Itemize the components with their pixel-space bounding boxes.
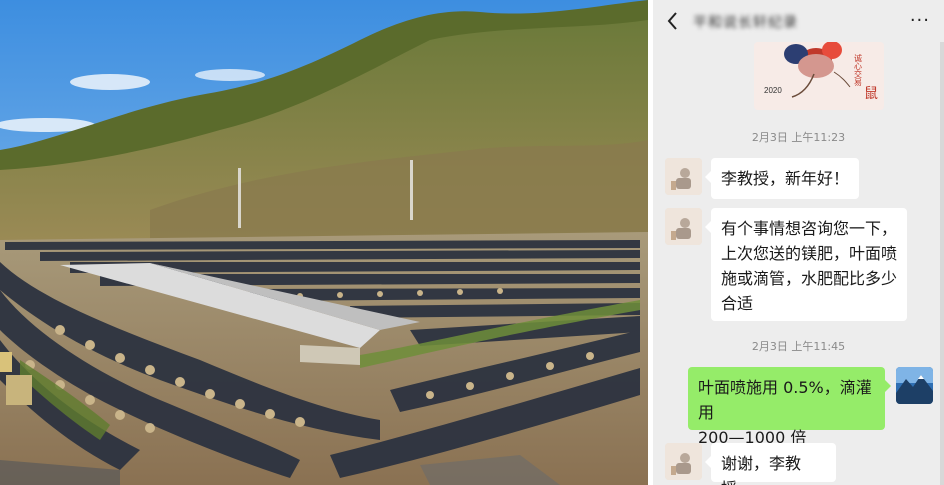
sticker-year: 2020 <box>764 86 782 95</box>
contact-avatar-icon <box>665 443 702 480</box>
timestamp: 2月3日 上午11:23 <box>751 131 846 144</box>
message-line: 上次您送的镁肥，叶面喷 <box>721 244 898 263</box>
scrollbar[interactable] <box>940 42 944 485</box>
message-line: 叶面喷施用 0.5%，滴灌用 <box>698 378 872 422</box>
sticker-image[interactable]: 2020 诚心交易 鼠 <box>754 42 884 110</box>
timestamp: 2月3日 上午11:45 <box>751 340 846 353</box>
sticker-text-vertical: 诚心交易 <box>854 53 863 87</box>
sticker-character: 鼠 <box>864 86 878 102</box>
contact-avatar[interactable] <box>665 208 702 245</box>
chat-panel: 平和说长轩纪录 ··· 2020 诚心交易 鼠 2月3日 上午11:23 李教授… <box>653 0 944 485</box>
new-year-rat-sticker: 2020 诚心交易 鼠 <box>754 42 884 110</box>
message-line: 合适 <box>721 294 754 313</box>
field-photo-illustration <box>0 0 648 485</box>
back-arrow-icon[interactable] <box>663 9 683 33</box>
message-text: 谢谢，李教授。 <box>721 454 802 485</box>
my-message-bubble[interactable]: 叶面喷施用 0.5%，滴灌用 200—1000 倍 <box>688 367 891 447</box>
contact-avatar[interactable] <box>665 443 702 480</box>
message-line: 施或滴管，水肥配比多少 <box>721 269 898 288</box>
chat-title: 平和说长轩纪录 <box>693 15 798 31</box>
message-bubble[interactable]: 谢谢，李教授。 <box>705 443 836 485</box>
mountain-avatar-icon <box>896 367 933 404</box>
more-options-icon[interactable]: ··· <box>910 10 930 31</box>
contact-avatar-icon <box>665 208 702 245</box>
chat-header: 平和说长轩纪录 ··· <box>653 0 944 42</box>
contact-avatar[interactable] <box>665 158 702 195</box>
my-avatar[interactable] <box>896 367 933 404</box>
message-line: 有个事情想咨询您一下， <box>721 219 898 238</box>
message-text: 李教授，新年好！ <box>721 169 850 188</box>
contact-avatar-icon <box>665 158 702 195</box>
message-bubble[interactable]: 有个事情想咨询您一下， 上次您送的镁肥，叶面喷 施或滴管，水肥配比多少 合适 <box>705 208 907 321</box>
message-bubble[interactable]: 李教授，新年好！ <box>705 158 859 199</box>
field-photo <box>0 0 648 485</box>
